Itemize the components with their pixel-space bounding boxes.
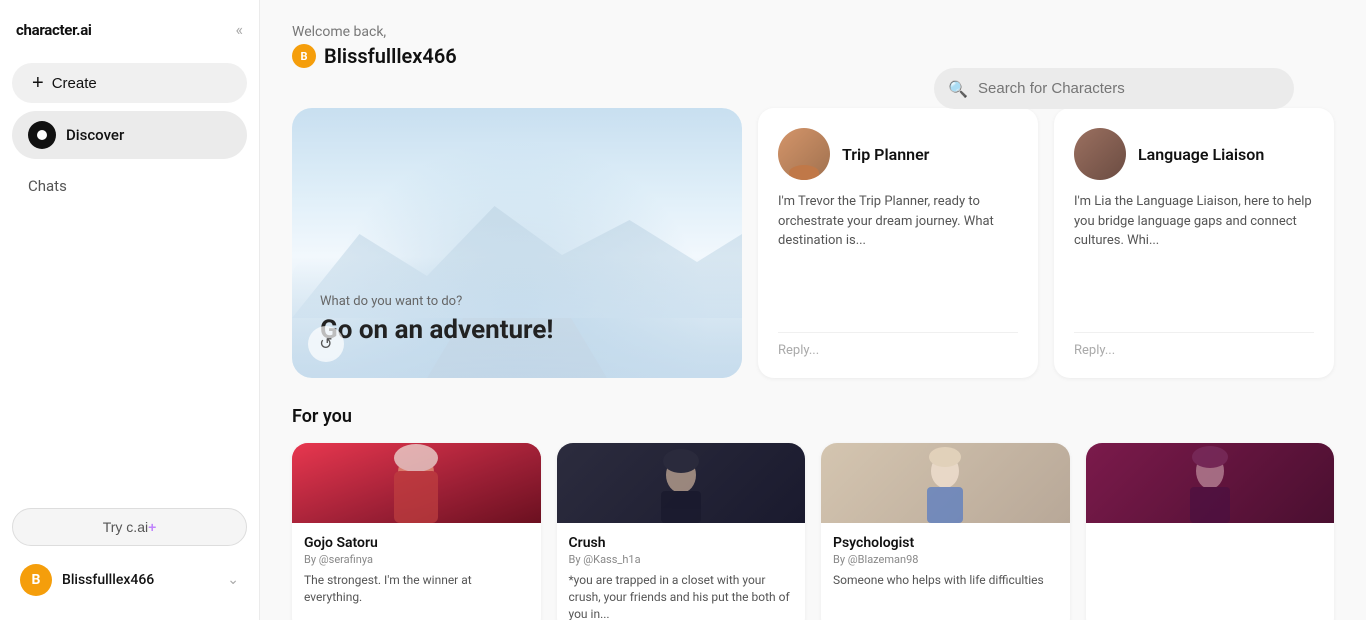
for-you-grid: Gojo Satoru By @serafinya The strongest.… [292, 443, 1334, 620]
discover-button[interactable]: Discover [12, 111, 247, 159]
refresh-button[interactable]: ↺ [308, 326, 344, 362]
sidebar: character.ai « + Create Discover Chats T… [0, 0, 260, 620]
crush-by: By @Kass_h1a [569, 553, 794, 566]
search-input[interactable] [934, 68, 1294, 109]
search-icon: 🔍 [948, 79, 968, 98]
top-section: Welcome back, B Blissfulllex466 🔍 [292, 24, 1334, 88]
for-you-title: For you [292, 406, 1334, 427]
gojo-card-body: Gojo Satoru By @serafinya The strongest.… [292, 523, 541, 620]
extra-image [1086, 443, 1335, 523]
chats-label: Chats [28, 177, 67, 195]
psychologist-card-body: Psychologist By @Blazeman98 Someone who … [821, 523, 1070, 620]
welcome-user-row: B Blissfulllex466 [292, 44, 457, 68]
crush-card-body: Crush By @Kass_h1a *you are trapped in a… [557, 523, 806, 620]
char-card-header-2: Language Liaison [1074, 128, 1314, 180]
chevron-down-icon[interactable]: ⌄ [227, 572, 239, 588]
featured-subtitle: What do you want to do? [320, 294, 714, 309]
language-liaison-reply[interactable]: Reply... [1074, 332, 1314, 358]
crush-name: Crush [569, 535, 794, 551]
language-liaison-desc: I'm Lia the Language Liaison, here to he… [1074, 192, 1314, 320]
featured-title: Go on an adventure! [320, 315, 714, 346]
lia-avatar [1074, 128, 1126, 180]
psychologist-desc: Someone who helps with life difficulties [833, 572, 1058, 589]
user-avatar: B [20, 564, 52, 596]
main-content: Welcome back, B Blissfulllex466 🔍 What d… [260, 0, 1366, 620]
trip-planner-name: Trip Planner [842, 145, 929, 164]
username-text: Blissfulllex466 [62, 572, 217, 588]
char-card-header: Trip Planner [778, 128, 1018, 180]
sidebar-header: character.ai « [12, 16, 247, 43]
welcome-username: Blissfulllex466 [324, 44, 457, 68]
create-button[interactable]: + Create [12, 63, 247, 103]
collapse-icon[interactable]: « [235, 20, 243, 39]
search-bar: 🔍 [934, 68, 1294, 109]
psychologist-by: By @Blazeman98 [833, 553, 1058, 566]
crush-desc: *you are trapped in a closet with your c… [569, 572, 794, 620]
trip-planner-reply[interactable]: Reply... [778, 332, 1018, 358]
welcome-text: Welcome back, [292, 24, 457, 40]
featured-adventure-card[interactable]: What do you want to do? Go on an adventu… [292, 108, 742, 378]
psychologist-image [821, 443, 1070, 523]
logo: character.ai [16, 21, 92, 39]
plus-label: + [148, 519, 156, 535]
language-liaison-name: Language Liaison [1138, 145, 1264, 164]
search-container: 🔍 [934, 68, 1294, 109]
fy-card-extra[interactable] [1086, 443, 1335, 620]
psychologist-name: Psychologist [833, 535, 1058, 551]
gojo-name: Gojo Satoru [304, 535, 529, 551]
plus-icon: + [32, 73, 44, 93]
language-liaison-card[interactable]: Language Liaison I'm Lia the Language Li… [1054, 108, 1334, 378]
discover-dot-inner [37, 130, 47, 140]
fy-card-gojo[interactable]: Gojo Satoru By @serafinya The strongest.… [292, 443, 541, 620]
gojo-by: By @serafinya [304, 553, 529, 566]
try-label: Try c.ai [103, 519, 148, 535]
welcome-avatar: B [292, 44, 316, 68]
chats-link[interactable]: Chats [12, 167, 247, 205]
fy-card-psychologist[interactable]: Psychologist By @Blazeman98 Someone who … [821, 443, 1070, 620]
crush-image [557, 443, 806, 523]
for-you-section: For you Gojo Satoru By @serafinya The st… [292, 406, 1334, 620]
welcome-header: Welcome back, B Blissfulllex466 [292, 24, 457, 68]
create-label: Create [52, 75, 97, 92]
sidebar-bottom: Try c.ai+ B Blissfulllex466 ⌄ [12, 508, 247, 604]
try-plus-button[interactable]: Try c.ai+ [12, 508, 247, 546]
trevor-avatar [778, 128, 830, 180]
gojo-image [292, 443, 541, 523]
discover-dot [28, 121, 56, 149]
gojo-desc: The strongest. I'm the winner at everyth… [304, 572, 529, 606]
user-section[interactable]: B Blissfulllex466 ⌄ [12, 556, 247, 604]
featured-section: What do you want to do? Go on an adventu… [292, 108, 1334, 378]
fy-card-crush[interactable]: Crush By @Kass_h1a *you are trapped in a… [557, 443, 806, 620]
extra-card-body [1086, 523, 1335, 620]
trip-planner-desc: I'm Trevor the Trip Planner, ready to or… [778, 192, 1018, 320]
discover-label: Discover [66, 126, 124, 144]
trip-planner-card[interactable]: Trip Planner I'm Trevor the Trip Planner… [758, 108, 1038, 378]
